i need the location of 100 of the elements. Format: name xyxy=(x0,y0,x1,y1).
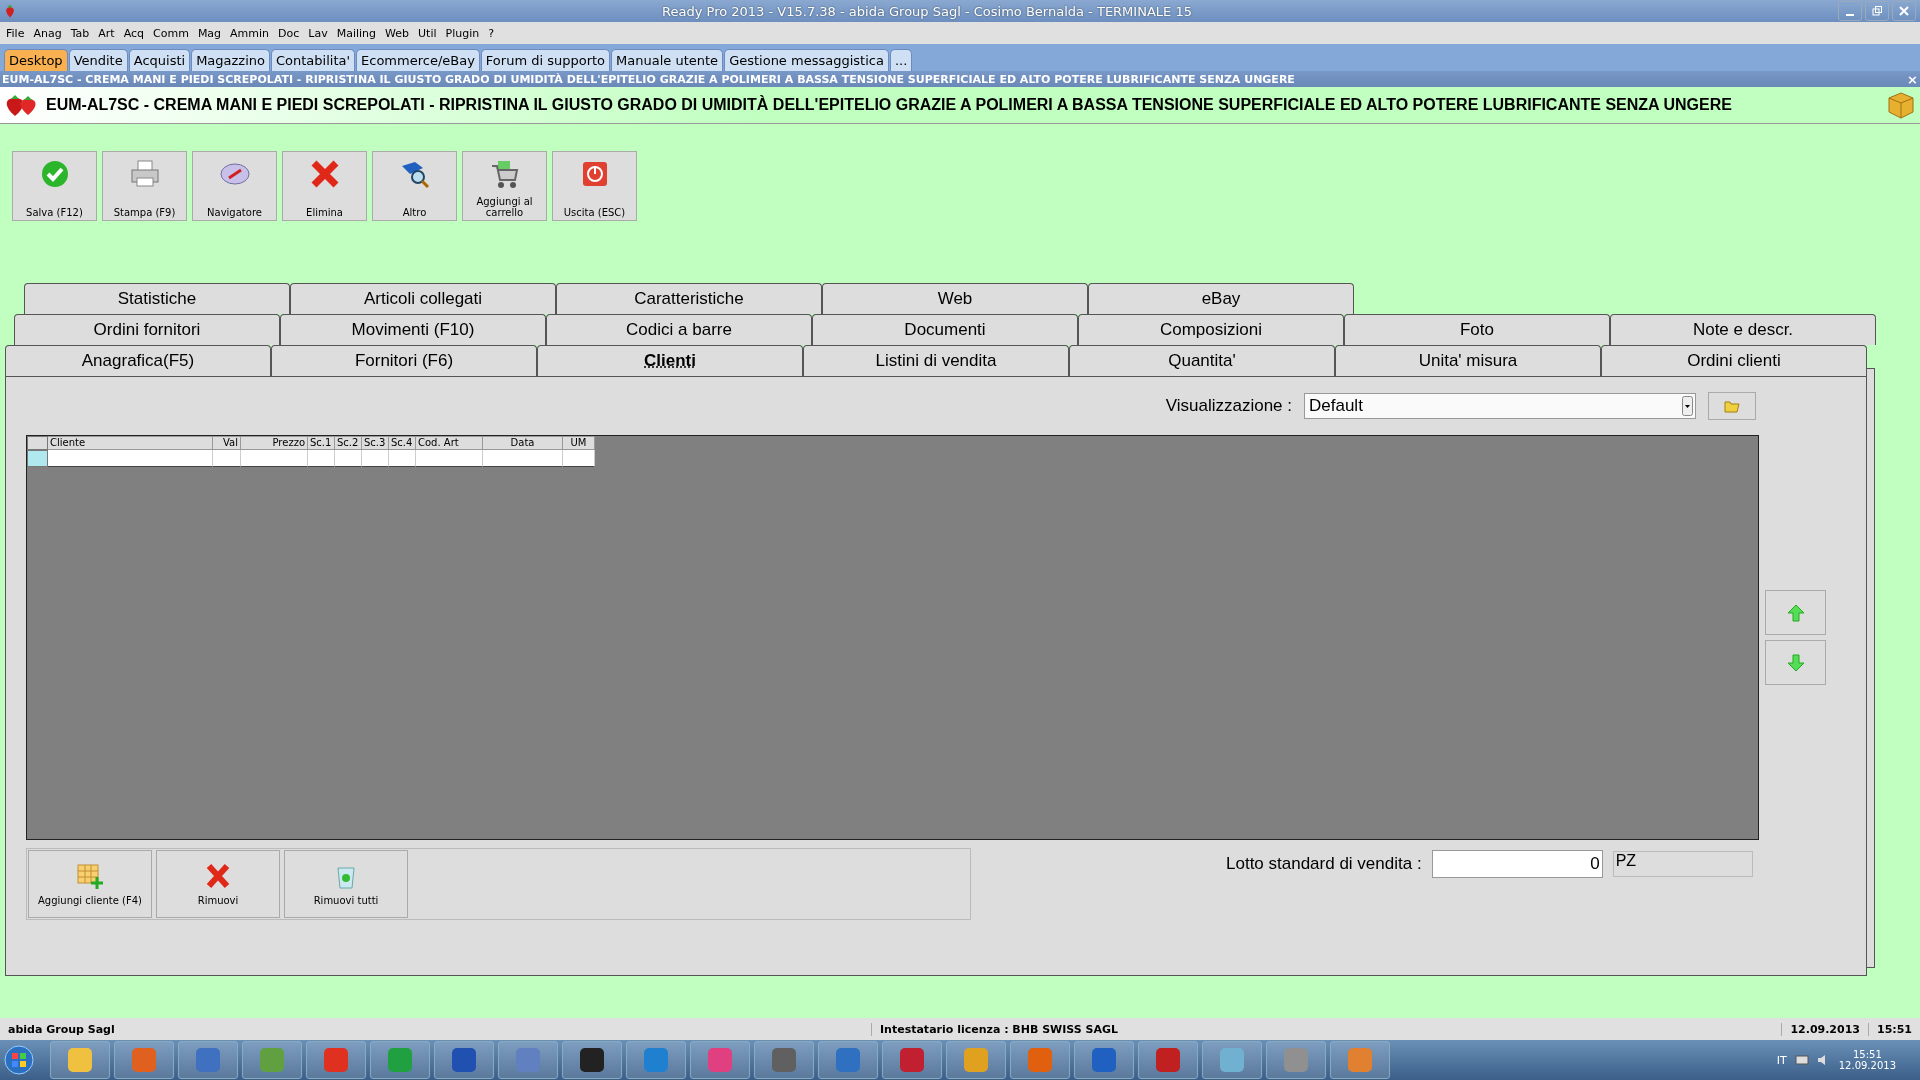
tab[interactable]: Composizioni xyxy=(1078,314,1344,345)
column-header[interactable]: Prezzo xyxy=(241,436,308,450)
toolbar-button[interactable]: Stampa (F9) xyxy=(102,151,187,221)
menu-item[interactable]: Ammin xyxy=(230,26,270,40)
menu-item[interactable]: Web xyxy=(385,26,410,40)
menu-item[interactable]: Util xyxy=(418,26,437,40)
view-dropdown[interactable]: Default xyxy=(1304,393,1696,419)
grid-cell[interactable] xyxy=(416,450,483,467)
tab[interactable]: Anagrafica(F5) xyxy=(5,345,271,376)
grid-cell[interactable] xyxy=(213,450,241,467)
menu-item[interactable]: Anag xyxy=(33,26,62,40)
grid-cell[interactable] xyxy=(389,450,416,467)
menu-item[interactable]: Doc xyxy=(278,26,300,40)
column-header[interactable]: Sc.1 xyxy=(308,436,335,450)
column-header[interactable]: Cod. Art xyxy=(416,436,483,450)
lot-field[interactable]: 0 xyxy=(1431,850,1603,878)
tab[interactable]: Fornitori (F6) xyxy=(271,345,537,376)
tab[interactable]: Articoli collegati xyxy=(290,283,556,314)
menu-item[interactable]: Lav xyxy=(308,26,328,40)
module-tab[interactable]: Manuale utente xyxy=(611,49,724,71)
app-icon xyxy=(196,1048,220,1072)
tab[interactable]: Note e descr. xyxy=(1610,314,1876,345)
grid-cell[interactable] xyxy=(362,450,389,467)
toolbar-button[interactable]: Salva (F12) xyxy=(12,151,97,221)
tab[interactable]: eBay xyxy=(1088,283,1354,314)
module-tab[interactable]: Contabilita' xyxy=(271,49,356,71)
network-icon[interactable] xyxy=(1794,1054,1809,1066)
grid-cell[interactable] xyxy=(241,450,308,467)
close-button[interactable] xyxy=(1892,1,1916,21)
app-icon xyxy=(1284,1048,1308,1072)
move-up-button[interactable] xyxy=(1765,590,1826,635)
action-button[interactable]: Rimuovi xyxy=(156,850,280,918)
grid-cell[interactable] xyxy=(308,450,335,467)
grid-cell[interactable] xyxy=(563,450,595,467)
clock-date: 12.09.2013 xyxy=(1838,1060,1896,1071)
tab[interactable]: Documenti xyxy=(812,314,1078,345)
column-header[interactable]: Cliente xyxy=(48,436,213,450)
tab[interactable]: Unita' misura xyxy=(1335,345,1601,376)
menu-item[interactable]: Tab xyxy=(70,26,90,40)
column-header[interactable]: UM xyxy=(563,436,595,450)
module-tab[interactable]: Vendite xyxy=(68,49,128,71)
tab[interactable]: Statistiche xyxy=(24,283,290,314)
restore-icon xyxy=(1872,6,1882,16)
folder-button[interactable] xyxy=(1708,392,1756,420)
app-icon xyxy=(964,1048,988,1072)
arrow-down-icon xyxy=(1785,652,1806,673)
toolbar-button[interactable]: Altro xyxy=(372,151,457,221)
toolbar-button[interactable]: Elimina xyxy=(282,151,367,221)
tab[interactable]: Movimenti (F10) xyxy=(280,314,546,345)
menu-item[interactable]: Plugin xyxy=(445,26,480,40)
menu-item[interactable]: ? xyxy=(488,26,495,40)
tab[interactable]: Ordini fornitori xyxy=(14,314,280,345)
action-button[interactable]: Rimuovi tutti xyxy=(284,850,408,918)
module-tab[interactable]: Ecommerce/eBay xyxy=(356,49,480,71)
column-header[interactable]: Data xyxy=(483,436,563,450)
app-icon xyxy=(836,1048,860,1072)
action-button[interactable]: Aggiungi cliente (F4) xyxy=(28,850,152,918)
column-header[interactable]: Val xyxy=(213,436,241,450)
module-tab[interactable]: Forum di supporto xyxy=(480,49,611,71)
menu-item[interactable]: File xyxy=(6,26,25,40)
module-tab[interactable]: ... xyxy=(889,49,913,71)
grid-cell[interactable] xyxy=(335,450,362,467)
column-header[interactable]: Sc.4 xyxy=(389,436,416,450)
menu-item[interactable]: Art xyxy=(98,26,115,40)
column-header[interactable]: Sc.2 xyxy=(335,436,362,450)
module-tab[interactable]: Desktop xyxy=(4,49,68,71)
tab[interactable]: Listini di vendita xyxy=(803,345,1069,376)
module-tab[interactable]: Magazzino xyxy=(191,49,270,71)
tab[interactable]: Clienti xyxy=(537,345,803,376)
tab[interactable]: Caratteristiche xyxy=(556,283,822,314)
module-tab[interactable]: Acquisti xyxy=(128,49,191,71)
column-header[interactable]: Sc.3 xyxy=(362,436,389,450)
toolbar-button[interactable]: Uscita (ESC) xyxy=(552,151,637,221)
document-title: EUM-AL7SC - CREMA MANI E PIEDI SCREPOLATI - RIPRISTINA IL GIUSTO GRADO DI UMIDITÀ DELL'EPITELIO GRAZIE A POLIMERI A BASSA TENSIONE SUPERFICIALE ED ALTO POTERE LUBRIFICANTE SENZA UNGERE xyxy=(2,72,1296,86)
menu-item[interactable]: Comm xyxy=(153,26,189,40)
menu-item[interactable]: Mag xyxy=(197,26,222,40)
minimize-button[interactable] xyxy=(1838,1,1862,21)
restore-button[interactable] xyxy=(1865,1,1889,21)
taskbar-app-icon[interactable] xyxy=(562,1041,622,1079)
grid-cell[interactable] xyxy=(483,450,563,467)
taskbar-app-icon[interactable] xyxy=(434,1041,494,1079)
tab[interactable]: Ordini clienti xyxy=(1601,345,1867,376)
menu-item[interactable]: Mailing xyxy=(336,26,377,40)
grid-cell[interactable] xyxy=(48,450,213,467)
tab[interactable]: Foto xyxy=(1344,314,1610,345)
tab[interactable]: Codici a barre xyxy=(546,314,812,345)
tab[interactable]: Web xyxy=(822,283,1088,314)
module-tab[interactable]: Gestione messaggistica xyxy=(724,49,889,71)
move-down-button[interactable] xyxy=(1765,640,1826,685)
tab[interactable]: Quantita' xyxy=(1069,345,1335,376)
app-icon xyxy=(1348,1048,1372,1072)
toolbar-button[interactable]: Navigatore xyxy=(192,151,277,221)
language-indicator[interactable]: IT xyxy=(1776,1053,1787,1067)
app-icon xyxy=(1156,1048,1180,1072)
start-button[interactable] xyxy=(4,1045,34,1075)
app-icon xyxy=(68,1048,92,1072)
toolbar-button[interactable]: Aggiungi al carrello xyxy=(462,151,547,221)
menu-item[interactable]: Acq xyxy=(123,26,145,40)
status-license: Intestatario licenza : BHB SWISS SAGL xyxy=(871,1022,1782,1036)
product-title: EUM-AL7SC - CREMA MANI E PIEDI SCREPOLATI - RIPRISTINA IL GIUSTO GRADO DI UMIDITÀ DELL'EPITELIO GRAZIE A POLIMERI A BASSA TENSIONE SUPERFICIALE ED ALTO POTERE LUBRIFICANTE SENZA UNGERE xyxy=(46,96,1733,114)
